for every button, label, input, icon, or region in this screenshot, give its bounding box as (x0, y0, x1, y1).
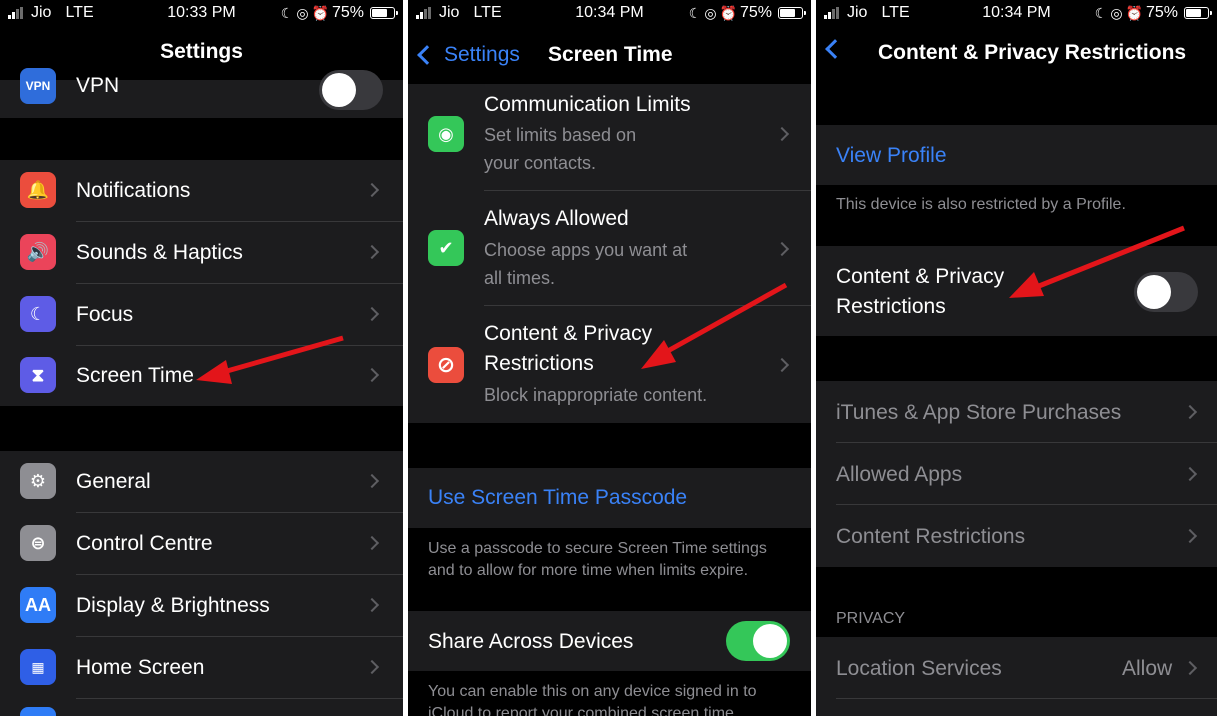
red-arrow (1009, 225, 1185, 298)
content-privacy-panel: Jio LTE 10:34 PM ☾ ◎ ⏰ 75% Content & Pri… (816, 0, 1217, 716)
screen-time-panel: Jio LTE 10:34 PM ☾ ◎ ⏰ 75% Settings Scre… (408, 0, 811, 716)
red-arrow (641, 282, 788, 369)
red-arrow (196, 335, 344, 384)
settings-panel: Jio LTE 10:33 PM ☾ ◎ ⏰ 75% Settings VPN … (0, 0, 403, 716)
